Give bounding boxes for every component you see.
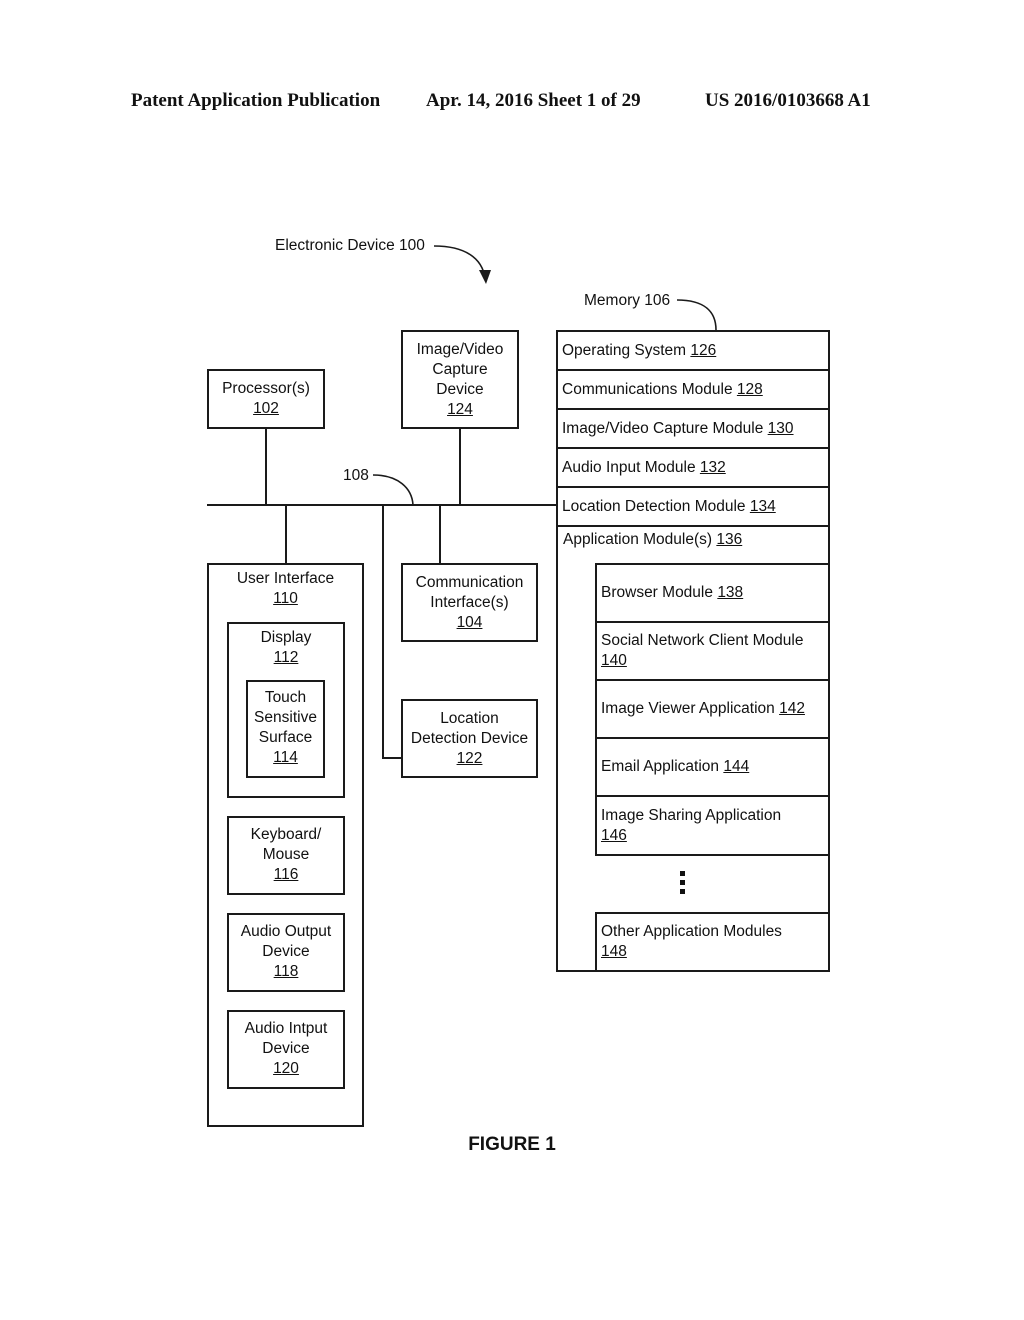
- app-module-ref: 142: [779, 700, 805, 717]
- app-module-ref: 140: [601, 652, 627, 669]
- other-modules-box: Other Application Modules 148: [595, 912, 830, 972]
- location-device-box: Location Detection Device 122: [401, 699, 538, 778]
- keyboard-line-1: Keyboard/: [250, 826, 322, 843]
- memory-row-name: Image/Video Capture Module: [562, 419, 764, 437]
- comm-interface-box: Communication Interface(s) 104: [401, 563, 538, 642]
- device-arrowhead: [479, 270, 491, 284]
- processor-bus-link: [265, 428, 267, 505]
- app-modules-header: Application Module(s) 136: [563, 531, 742, 549]
- figure-caption: FIGURE 1: [468, 1134, 556, 1155]
- app-module-ref: 144: [723, 758, 750, 775]
- capture-bus-link: [459, 428, 461, 505]
- memory-row-ref: 134: [749, 497, 776, 515]
- touch-line-3: Surface: [258, 729, 313, 746]
- display-name: Display: [260, 629, 312, 646]
- comm-line-1: Communication: [415, 574, 524, 591]
- audio-out-line-1: Audio Output: [240, 923, 332, 940]
- connector-lines: [372, 245, 717, 506]
- location-bus-link: [382, 505, 384, 759]
- app-module-row: Image Viewer Application 142: [597, 681, 828, 739]
- memory-row: Operating System 126: [558, 332, 828, 371]
- app-modules-name: Application Module(s): [563, 531, 713, 548]
- app-module-name: Image Sharing Application: [601, 807, 782, 824]
- processor-box: Processor(s) 102: [207, 369, 325, 429]
- ui-name: User Interface: [236, 570, 335, 587]
- comm-bus-link: [439, 505, 441, 564]
- app-module-row: Image Sharing Application 146: [597, 797, 828, 855]
- audio-out-ref: 118: [273, 963, 299, 980]
- device-label: Electronic Device 100: [275, 237, 425, 254]
- other-modules-ref: 148: [601, 943, 627, 960]
- processor-name: Processor(s): [222, 380, 310, 397]
- capture-line-1: Image/Video: [416, 341, 504, 358]
- app-module-row: Browser Module 138: [597, 565, 828, 623]
- capture-line-2: Capture: [432, 361, 488, 378]
- other-modules-name: Other Application Modules: [601, 923, 782, 940]
- audio-output-box: Audio Output Device 118: [227, 913, 345, 992]
- location-bus-link-h: [382, 757, 402, 759]
- memory-row-name: Audio Input Module: [562, 458, 696, 476]
- capture-line-3: Device: [436, 381, 484, 398]
- memory-row-ref: 132: [699, 458, 726, 476]
- other-modules-row: Other Application Modules 148: [597, 914, 828, 970]
- app-modules-box: Browser Module 138 Social Network Client…: [595, 563, 830, 856]
- memory-row: Audio Input Module 132: [558, 449, 828, 488]
- comm-ref: 104: [456, 614, 483, 631]
- touch-ref: 114: [273, 749, 298, 766]
- location-ref: 122: [456, 750, 483, 767]
- audio-in-ref: 120: [273, 1060, 299, 1077]
- memory-leader: [676, 299, 717, 331]
- memory-row-name: Location Detection Module: [562, 497, 746, 515]
- memory-row-name: Communications Module: [562, 380, 733, 398]
- keyboard-line-2: Mouse: [262, 846, 310, 863]
- audio-in-line-1: Audio Intput: [244, 1020, 328, 1037]
- app-module-ref: 146: [601, 827, 627, 844]
- app-module-row: Social Network Client Module 140: [597, 623, 828, 681]
- display-ref: 112: [273, 649, 299, 666]
- location-line-2: Detection Device: [410, 730, 529, 747]
- keyboard-mouse-box: Keyboard/ Mouse 116: [227, 816, 345, 895]
- app-module-name: Email Application: [601, 758, 720, 775]
- touch-line-1: Touch: [264, 689, 307, 706]
- audio-out-line-2: Device: [262, 943, 310, 960]
- memory-row-ref: 128: [736, 380, 763, 398]
- bus-leader: [372, 474, 414, 506]
- ui-ref: 110: [273, 590, 298, 607]
- app-module-name: Browser Module: [601, 584, 713, 601]
- memory-label: Memory 106: [584, 292, 671, 309]
- memory-row: Image/Video Capture Module 130: [558, 410, 828, 449]
- capture-ref: 124: [447, 401, 473, 418]
- audio-input-box: Audio Intput Device 120: [227, 1010, 345, 1089]
- bus-label: 108: [343, 467, 369, 484]
- ellipsis-vertical-icon: [680, 871, 688, 898]
- touch-line-2: Sensitive: [254, 709, 317, 726]
- app-module-name: Image Viewer Application: [601, 700, 775, 717]
- device-arrow: [433, 245, 486, 279]
- ui-bus-link: [285, 505, 287, 564]
- memory-row-ref: 126: [690, 341, 717, 359]
- comm-line-2: Interface(s): [430, 594, 509, 611]
- capture-device-box: Image/Video Capture Device 124: [401, 330, 519, 429]
- keyboard-ref: 116: [273, 866, 299, 883]
- memory-row-name: Operating System: [562, 341, 687, 359]
- app-module-name: Social Network Client Module: [601, 632, 804, 649]
- app-module-row: Email Application 144: [597, 739, 828, 797]
- app-module-ref: 138: [717, 584, 744, 601]
- processor-ref: 102: [253, 400, 279, 417]
- memory-row: Communications Module 128: [558, 371, 828, 410]
- location-line-1: Location: [440, 710, 499, 727]
- memory-row-ref: 130: [767, 419, 794, 437]
- app-modules-ref: 136: [716, 531, 743, 548]
- audio-in-line-2: Device: [262, 1040, 310, 1057]
- touch-surface-box: Touch Sensitive Surface 114: [246, 680, 325, 778]
- memory-row: Location Detection Module 134: [558, 488, 828, 527]
